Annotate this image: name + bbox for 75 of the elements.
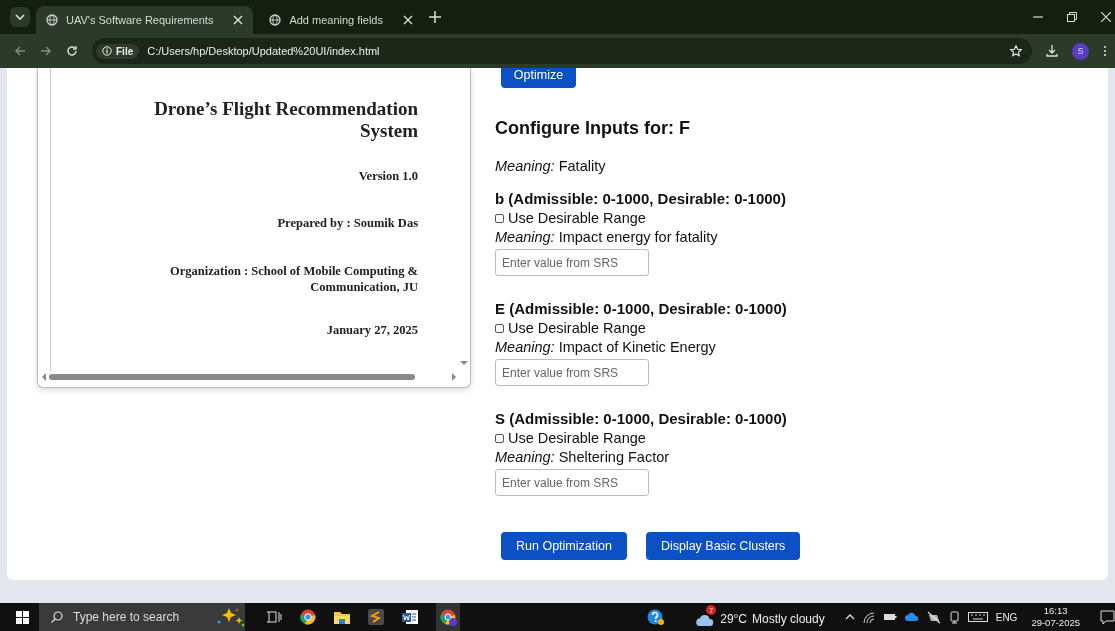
task-view-icon[interactable] [267,609,282,625]
parameter-title: E (Admissible: 0-1000, Desirable: 0-1000) [495,300,788,317]
info-icon [102,46,112,56]
date-text: 29-07-2025 [1031,617,1080,629]
meaning-text: Meaning: Impact of Kinetic Energy [495,339,717,355]
sublime-text-icon[interactable] [368,609,384,625]
scroll-down-icon[interactable] [460,361,468,365]
sparkle-icon [215,606,245,628]
folder-icon[interactable] [334,609,350,625]
author-text: Prepared by : Soumik Das [277,216,418,231]
checkbox[interactable] [495,323,504,333]
parameter-title: b (Admissible: 0-1000, Desirable: 0-1000) [495,190,787,207]
run-optimization-button[interactable]: Run Optimization [501,532,627,560]
section-heading: Configure Inputs for: F [495,118,691,139]
meaning-text: Meaning: Fatality [495,158,607,174]
chevron-up-icon[interactable] [844,612,855,622]
chrome-browser-icon[interactable] [436,603,460,631]
download-icon[interactable] [1046,45,1058,57]
help-icon[interactable] [647,609,666,625]
organization-text: Organization : School of Mobile Computing & Communication, JU [169,263,418,295]
site-info-badge[interactable]: File [96,43,140,59]
value-input-field[interactable]: Enter value from SRS [495,359,649,386]
scroll-right-icon[interactable] [452,373,456,381]
device-icon[interactable] [948,610,960,624]
scroll-left-icon[interactable] [42,373,46,381]
globe-icon [269,14,282,26]
new-tab-icon[interactable] [428,11,441,23]
optimize-button[interactable]: Optimize [501,68,576,88]
value-input-field[interactable]: Enter value from SRS [495,249,649,276]
search-icon [51,611,63,623]
notifications-icon[interactable] [1100,609,1115,625]
time-text: 16:13 [1043,605,1068,617]
meaning-text: Meaning: Impact energy for fatality [495,229,719,245]
windows-start-icon[interactable] [16,610,29,624]
close-icon[interactable] [1101,12,1111,22]
browser-tab[interactable]: UAV's Software Requirements [36,6,254,34]
clock[interactable]: 16:13 29-07-2025 [1031,605,1080,629]
close-icon[interactable] [402,15,413,25]
temperature-text: 29°C [720,612,747,626]
meaning-text: Meaning: Sheltering Factor [495,449,671,465]
scrollbar-thumb[interactable] [49,374,415,380]
weather-text: Mostly cloudy [752,612,825,626]
tab-list-icon[interactable] [10,7,30,27]
url-text: C:/Users/hp/Desktop/Updated%20UI/index.html [147,45,381,57]
taskbar-search-field[interactable]: Type here to search [39,603,245,631]
parameter-title: S (Admissible: 0-1000, Desirable: 0-1000) [495,410,788,427]
checkbox-label[interactable]: Use Desirable Range [508,430,646,446]
word-icon[interactable] [402,609,418,625]
language-indicator[interactable]: ENG [995,611,1018,623]
profile-avatar[interactable]: S [1072,42,1089,60]
onedrive-cloud-icon[interactable] [904,611,919,623]
checkbox[interactable] [495,433,504,443]
address-bar[interactable]: File C:/Users/hp/Desktop/Updated%20UI/index.html [92,38,1032,64]
document-title: Drone’s Flight Recommendation System [153,98,418,142]
keyboard-icon[interactable] [967,611,988,623]
value-input-field[interactable]: Enter value from SRS [495,469,649,496]
close-icon[interactable] [233,15,244,25]
checkbox[interactable] [495,213,504,223]
more-menu-icon[interactable] [1103,45,1107,57]
back-icon[interactable] [14,45,26,57]
reload-icon[interactable] [66,45,78,57]
star-icon[interactable] [1010,45,1022,57]
checkbox-label[interactable]: Use Desirable Range [508,320,646,336]
browser-tab[interactable]: Add meaning fields [259,6,423,34]
checkbox-label[interactable]: Use Desirable Range [508,210,646,226]
wifi-icon[interactable] [862,610,875,624]
battery-icon[interactable] [882,611,897,623]
chrome-browser-icon[interactable] [300,609,316,625]
forward-icon[interactable] [40,45,52,57]
display-clusters-button[interactable]: Display Basic Clusters [645,532,801,560]
date-text: January 27, 2025 [326,323,418,338]
restore-icon[interactable] [1067,12,1077,22]
globe-icon [46,14,58,26]
version-text: Version 1.0 [358,169,418,184]
drive-offline-icon[interactable] [926,610,941,624]
